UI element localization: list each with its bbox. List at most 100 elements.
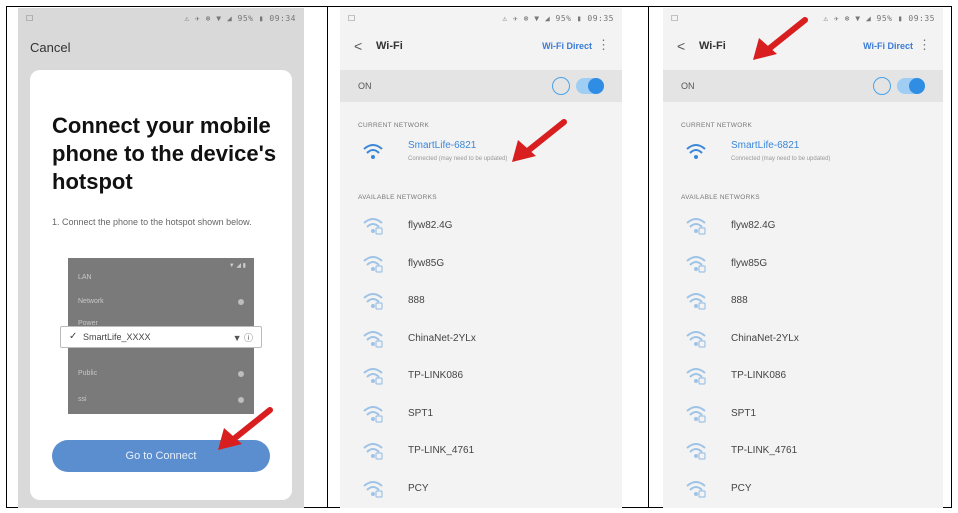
network-name: SPT1 [408, 407, 434, 419]
current-network-header: CURRENT NETWORK [681, 122, 753, 129]
network-row[interactable]: TP-LINK_4761 [663, 433, 943, 469]
network-name: TP-LINK_4761 [408, 445, 475, 456]
panel-divider [648, 6, 649, 508]
wifi-direct-button[interactable]: Wi-Fi Direct [542, 41, 592, 51]
wifi-state-label: ON [358, 81, 372, 91]
page-title: Wi-Fi [699, 40, 726, 52]
network-name: 888 [408, 295, 425, 306]
network-row[interactable]: flyw82.4G [340, 208, 622, 244]
available-networks-header: AVAILABLE NETWORKS [358, 194, 437, 201]
wifi-direct-button[interactable]: Wi-Fi Direct [863, 41, 913, 51]
preview-lock-icon [238, 397, 244, 403]
hotspot-connect-screen: ☐ ⚠ ✈ ⊛ ▼ ◢ 95% ▮ 09:34 Cancel Connect y… [18, 8, 304, 508]
wifi-secured-icon [685, 254, 707, 274]
notification-icon: ☐ [671, 14, 679, 23]
more-options-icon[interactable]: ⋮ [918, 37, 931, 53]
network-name: flyw85G [731, 257, 768, 269]
wifi-secured-icon [362, 254, 384, 274]
status-icons: ⚠ ✈ ⊛ ▼ ◢ 95% ▮ 09:35 [823, 14, 935, 23]
toggle-knob [588, 78, 604, 94]
wifi-secured-icon [685, 291, 707, 311]
network-row[interactable]: ChinaNet-2YLx [340, 321, 622, 357]
wifi-info-icon: ▼ ⓘ [232, 333, 253, 343]
network-name: flyw82.4G [408, 220, 453, 231]
wifi-settings-screen: ☐ ⚠ ✈ ⊛ ▼ ◢ 95% ▮ 09:35 < Wi-Fi Wi-Fi Di… [340, 8, 622, 508]
wifi-secured-icon [362, 291, 384, 311]
connected-network-row[interactable]: SmartLife-6821 Connected (may need to be… [340, 134, 622, 170]
page-title: Connect your mobile phone to the device'… [52, 113, 277, 194]
scan-icon [873, 77, 891, 95]
toggle-knob [909, 78, 925, 94]
wifi-toggle[interactable] [576, 78, 604, 94]
wifi-secured-icon [362, 366, 384, 386]
network-row[interactable]: 888 [340, 283, 622, 319]
network-row[interactable]: SPT1 [663, 396, 943, 432]
panel-divider [327, 6, 328, 508]
network-status: Connected (may need to be updated) [731, 156, 831, 162]
network-name: PCY [408, 482, 429, 494]
network-name: PCY [731, 482, 752, 494]
wifi-secured-icon [685, 479, 707, 499]
network-name: ChinaNet-2YLx [408, 332, 476, 344]
highlighted-network-row: ✓ SmartLife_XXXX ▼ ⓘ [60, 326, 262, 348]
network-row[interactable]: SPT1 [340, 396, 622, 432]
wifi-toggle-row[interactable]: ON [663, 70, 943, 102]
preview-row: Public [78, 370, 98, 377]
back-arrow-icon[interactable]: < [354, 38, 362, 54]
wifi-secured-icon [362, 441, 384, 461]
app-bar: < Wi-Fi Wi-Fi Direct ⋮ [340, 30, 622, 64]
preview-lock-icon [238, 299, 244, 305]
network-name: TP-LINK086 [408, 370, 464, 381]
network-row[interactable]: ChinaNet-2YLx [663, 321, 943, 357]
network-name: flyw82.4G [731, 220, 776, 231]
wifi-toggle[interactable] [897, 78, 925, 94]
network-status: Connected (may need to be updated) [408, 156, 508, 162]
scan-icon [552, 77, 570, 95]
wifi-toggle-row[interactable]: ON [340, 70, 622, 102]
back-arrow-icon[interactable]: < [677, 38, 685, 54]
network-row[interactable]: TP-LINK086 [663, 358, 943, 394]
network-row[interactable]: TP-LINK086 [340, 358, 622, 394]
network-row[interactable]: 888 [663, 283, 943, 319]
wifi-state-label: ON [681, 81, 695, 91]
current-network-header: CURRENT NETWORK [358, 122, 430, 129]
wifi-secured-icon [362, 329, 384, 349]
cancel-button[interactable]: Cancel [30, 40, 70, 55]
preview-lock-icon [238, 371, 244, 377]
wifi-secured-icon [362, 479, 384, 499]
network-name: 888 [731, 295, 748, 306]
network-name: ChinaNet-2YLx [731, 332, 799, 344]
network-name: SmartLife-6821 [731, 140, 800, 151]
status-bar: ☐ ⚠ ✈ ⊛ ▼ ◢ 95% ▮ 09:34 [18, 8, 304, 30]
network-name: flyw85G [408, 257, 445, 269]
available-networks-header: AVAILABLE NETWORKS [681, 194, 760, 201]
pointer-arrow-icon [753, 17, 808, 60]
wifi-secured-icon [685, 216, 707, 236]
check-icon: ✓ [69, 331, 78, 342]
more-options-icon[interactable]: ⋮ [597, 37, 610, 53]
wifi-secured-icon [685, 404, 707, 424]
network-row[interactable]: PCY [340, 471, 622, 507]
status-bar: ☐ ⚠ ✈ ⊛ ▼ ◢ 95% ▮ 09:35 [340, 8, 622, 30]
notification-icon: ☐ [26, 14, 34, 23]
wifi-settings-screen: ☐ ⚠ ✈ ⊛ ▼ ◢ 95% ▮ 09:35 < Wi-Fi Wi-Fi Di… [663, 8, 943, 508]
pointer-arrow-icon [512, 119, 567, 162]
pointer-arrow-icon [218, 407, 273, 450]
preview-row: LAN [78, 274, 92, 281]
wifi-secured-icon [685, 366, 707, 386]
network-name: SPT1 [731, 407, 757, 419]
status-icons: ⚠ ✈ ⊛ ▼ ◢ 95% ▮ 09:34 [184, 14, 296, 23]
connected-network-row[interactable]: SmartLife-6821 Connected (may need to be… [663, 134, 943, 170]
network-row[interactable]: flyw85G [663, 246, 943, 282]
wifi-signal-icon [686, 144, 706, 159]
wifi-secured-icon [362, 216, 384, 236]
network-row[interactable]: PCY [663, 471, 943, 507]
network-row[interactable]: TP-LINK_4761 [340, 433, 622, 469]
preview-row: Network [78, 298, 104, 305]
page-title: Wi-Fi [376, 40, 403, 52]
wifi-secured-icon [685, 329, 707, 349]
network-row[interactable]: flyw82.4G [663, 208, 943, 244]
wifi-secured-icon [362, 404, 384, 424]
network-row[interactable]: flyw85G [340, 246, 622, 282]
wifi-secured-icon [685, 441, 707, 461]
